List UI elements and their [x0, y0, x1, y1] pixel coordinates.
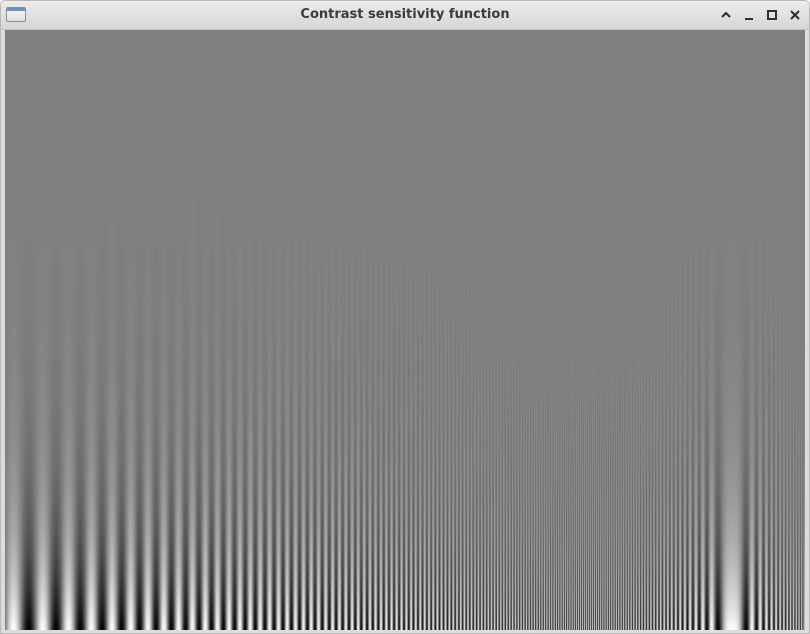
close-icon — [790, 10, 800, 20]
title-bar[interactable]: Contrast sensitivity function — [1, 1, 809, 30]
minimize-button[interactable] — [739, 6, 759, 24]
chevron-up-icon — [721, 11, 731, 18]
app-window: Contrast sensitivity function — [0, 0, 810, 634]
shade-button[interactable] — [716, 6, 736, 24]
close-button[interactable] — [785, 6, 805, 24]
maximize-icon — [767, 10, 777, 20]
maximize-button[interactable] — [762, 6, 782, 24]
window-title: Contrast sensitivity function — [300, 7, 510, 22]
canvas-area[interactable] — [5, 30, 805, 630]
contrast-sensitivity-grating — [5, 30, 805, 630]
minimize-icon — [745, 18, 753, 20]
window-controls — [716, 6, 805, 24]
